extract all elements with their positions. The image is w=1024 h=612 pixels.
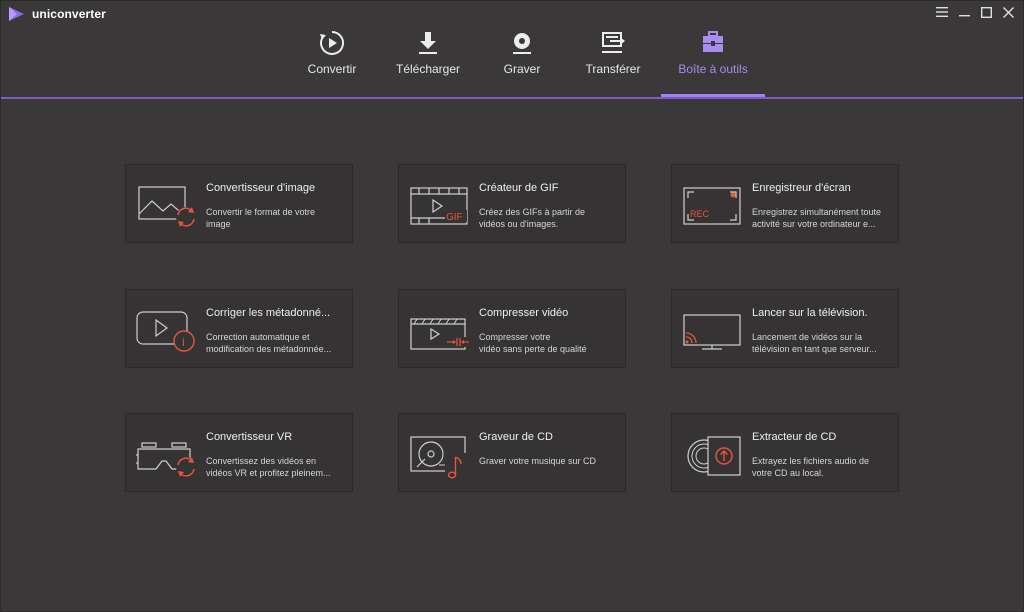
tool-card-vr-converter[interactable]: Convertisseur VR Convertissez des vidéos…	[125, 413, 353, 492]
tab-label: Télécharger	[395, 62, 461, 76]
close-icon	[1002, 6, 1014, 18]
image-convert-icon	[138, 186, 196, 227]
vr-icon	[136, 442, 196, 477]
minimize-button[interactable]	[953, 3, 975, 21]
convert-icon	[320, 31, 344, 55]
gif-icon: GIF	[410, 187, 468, 225]
tool-description: Créez des GIFs à partir de vidéos ou d'i…	[479, 207, 586, 229]
svg-text:GIF: GIF	[446, 212, 463, 223]
tool-card-video-compressor[interactable]: Compresser vidéo Compresser votre vidéo …	[398, 289, 626, 368]
tool-description: Convertissez des vidéos en vidéos VR et …	[206, 456, 331, 478]
tool-title: Créateur de GIF	[479, 182, 559, 194]
window-controls	[931, 3, 1019, 21]
tool-card-screen-recorder[interactable]: REC Enregistreur d'écran Enregistrez sim…	[671, 164, 899, 243]
app-logo-icon	[9, 7, 24, 21]
tool-card-image-converter[interactable]: Convertisseur d'image Convertir le forma…	[125, 164, 353, 243]
cd-ripper-icon	[687, 436, 741, 476]
tool-description: Extrayez les fichiers audio de votre CD …	[752, 456, 870, 478]
app-window: uniconverter Convertir Télécharger Grave…	[0, 0, 1024, 612]
tool-card-cast-to-tv[interactable]: Lancer sur la télévision. Lancement de v…	[671, 289, 899, 368]
tool-description: Convertir le format de votre image	[206, 207, 316, 229]
tool-description: Compresser votre vidéo sans perte de qua…	[479, 332, 587, 354]
menu-button[interactable]	[931, 3, 953, 21]
tool-title: Convertisseur d'image	[206, 182, 316, 194]
tab-label: Boîte à outils	[678, 62, 748, 76]
transfer-icon	[602, 32, 625, 53]
tab-label: Transférer	[585, 62, 641, 76]
svg-text:i: i	[182, 335, 185, 349]
tab-telecharger[interactable]: Télécharger	[395, 28, 461, 95]
tool-description: Graver votre musique sur CD	[479, 456, 597, 466]
tab-label: Graver	[503, 62, 541, 76]
tool-card-cd-burner[interactable]: Graveur de CD Graver votre musique sur C…	[398, 413, 626, 492]
cast-tv-icon	[683, 314, 741, 350]
app-name: uniconverter	[32, 7, 106, 21]
burn-icon	[513, 33, 531, 54]
tool-description: Enregistrez simultanément toute activité…	[752, 207, 882, 229]
maximize-button[interactable]	[975, 3, 997, 21]
maximize-icon	[980, 6, 992, 18]
tab-graver[interactable]: Graver	[503, 28, 541, 95]
tab-transferer[interactable]: Transférer	[585, 28, 641, 95]
title-bar: uniconverter	[1, 1, 1023, 27]
tool-description: Correction automatique et modification d…	[206, 332, 332, 354]
tool-card-cd-ripper[interactable]: Extracteur de CD Extrayez les fichiers a…	[671, 413, 899, 492]
tool-description: Lancement de vidéos sur la télévision en…	[752, 332, 877, 354]
tool-title: Lancer sur la télévision.	[752, 307, 868, 319]
tool-title: Corriger les métadonné...	[206, 307, 331, 319]
tool-title: Extracteur de CD	[752, 431, 837, 443]
tool-card-metadata-fixer[interactable]: i Corriger les métadonné... Correction a…	[125, 289, 353, 368]
tool-title: Graveur de CD	[479, 431, 553, 443]
toolbox-icon	[703, 31, 723, 52]
svg-text:REC: REC	[690, 209, 710, 219]
screen-record-icon: REC	[683, 187, 741, 225]
close-button[interactable]	[997, 3, 1019, 21]
tab-convertir[interactable]: Convertir	[306, 28, 358, 95]
metadata-icon: i	[136, 311, 195, 352]
compress-icon	[410, 318, 471, 350]
top-nav: uniconverter Convertir Télécharger Grave…	[1, 1, 1023, 99]
minimize-icon	[958, 15, 970, 17]
tab-boite-a-outils[interactable]: Boîte à outils	[661, 28, 765, 97]
tool-title: Convertisseur VR	[206, 431, 293, 443]
cd-burner-icon	[410, 436, 467, 479]
tool-card-gif-creator[interactable]: GIF Créateur de GIF Créez des GIFs à par…	[398, 164, 626, 243]
hamburger-icon	[936, 7, 948, 17]
tool-title: Enregistreur d'écran	[752, 182, 851, 194]
download-icon	[419, 32, 437, 54]
tab-label: Convertir	[307, 62, 357, 76]
tool-title: Compresser vidéo	[479, 307, 569, 319]
